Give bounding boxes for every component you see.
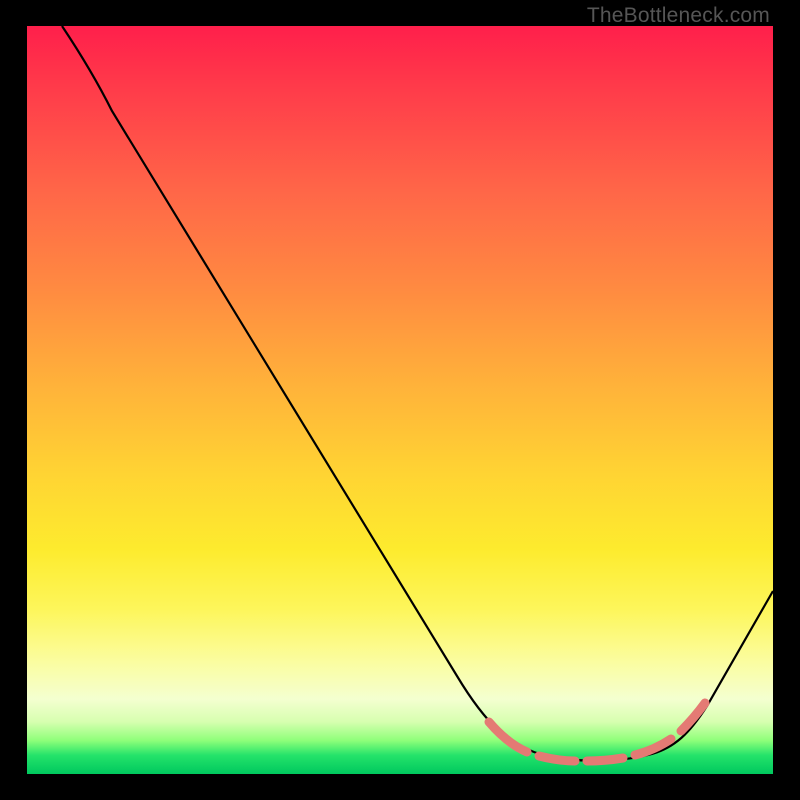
optimal-range-marker <box>489 703 705 761</box>
watermark-text: TheBottleneck.com <box>587 4 770 28</box>
bottleneck-curve-line <box>62 26 773 761</box>
plot-area <box>27 26 773 774</box>
curve-layer <box>27 26 773 774</box>
